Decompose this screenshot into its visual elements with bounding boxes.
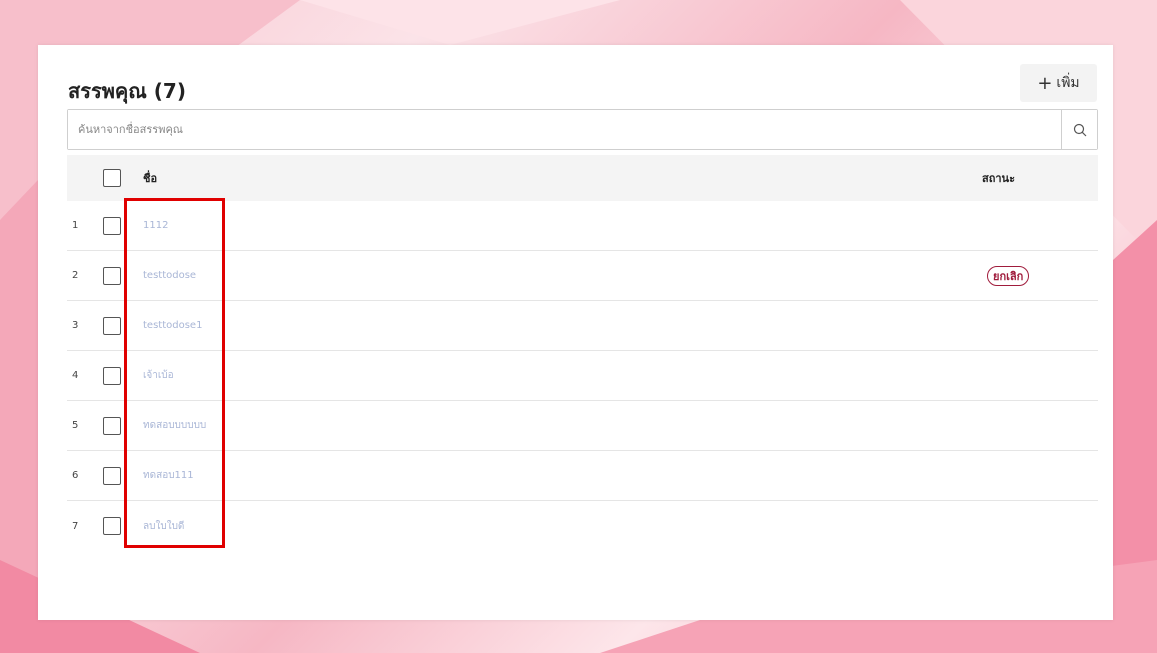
row-name[interactable]: เจ้าเบ้อ [143,368,174,383]
header-status: สถานะ [982,172,1015,185]
table-row[interactable]: 6 ทดสอบ111 [67,451,1098,501]
row-index: 6 [72,470,79,481]
data-table: ชื่อ สถานะ 1 1112 2 testtodose ยกเลิก 3 … [67,155,1098,551]
row-name[interactable]: 1112 [143,220,168,231]
row-index: 4 [72,370,79,381]
row-index: 5 [72,420,79,431]
table-row[interactable]: 4 เจ้าเบ้อ [67,351,1098,401]
table-row[interactable]: 7 ลบใบใบดี [67,501,1098,551]
row-checkbox[interactable] [103,416,121,435]
search-icon [1073,123,1086,136]
search-input[interactable] [68,110,1061,149]
row-checkbox[interactable] [103,517,121,535]
table-row[interactable]: 1 1112 [67,201,1098,251]
plus-icon: + [1037,72,1053,94]
add-button[interactable]: + เพิ่ม [1020,64,1097,102]
add-button-label: เพิ่ม [1056,75,1080,91]
table-header: ชื่อ สถานะ [67,155,1098,201]
row-checkbox[interactable] [103,316,121,335]
row-checkbox[interactable] [103,216,121,235]
search-bar [67,109,1098,150]
row-index: 2 [72,270,79,281]
row-name[interactable]: testtodose1 [143,320,202,331]
table-row[interactable]: 5 ทดสอบบบบบบ [67,401,1098,451]
row-checkbox[interactable] [103,266,121,285]
row-checkbox[interactable] [103,466,121,485]
row-checkbox[interactable] [103,366,121,385]
search-button[interactable] [1061,110,1097,149]
header-name: ชื่อ [143,172,158,185]
row-index: 3 [72,320,79,331]
row-name[interactable]: ทดสอบบบบบบ [143,418,206,433]
row-name[interactable]: ทดสอบ111 [143,468,194,483]
row-index: 1 [72,220,79,231]
content-panel: สรรพคุณ (7) + เพิ่ม ชื่อ สถานะ 1 1112 2 … [38,45,1113,620]
row-index: 7 [72,520,79,532]
table-row[interactable]: 2 testtodose ยกเลิก [67,251,1098,301]
row-name[interactable]: testtodose [143,270,196,281]
page-title: สรรพคุณ (7) [68,79,186,103]
status-badge: ยกเลิก [987,265,1030,286]
select-all-checkbox[interactable] [103,169,121,187]
table-row[interactable]: 3 testtodose1 [67,301,1098,351]
row-name[interactable]: ลบใบใบดี [143,519,184,534]
